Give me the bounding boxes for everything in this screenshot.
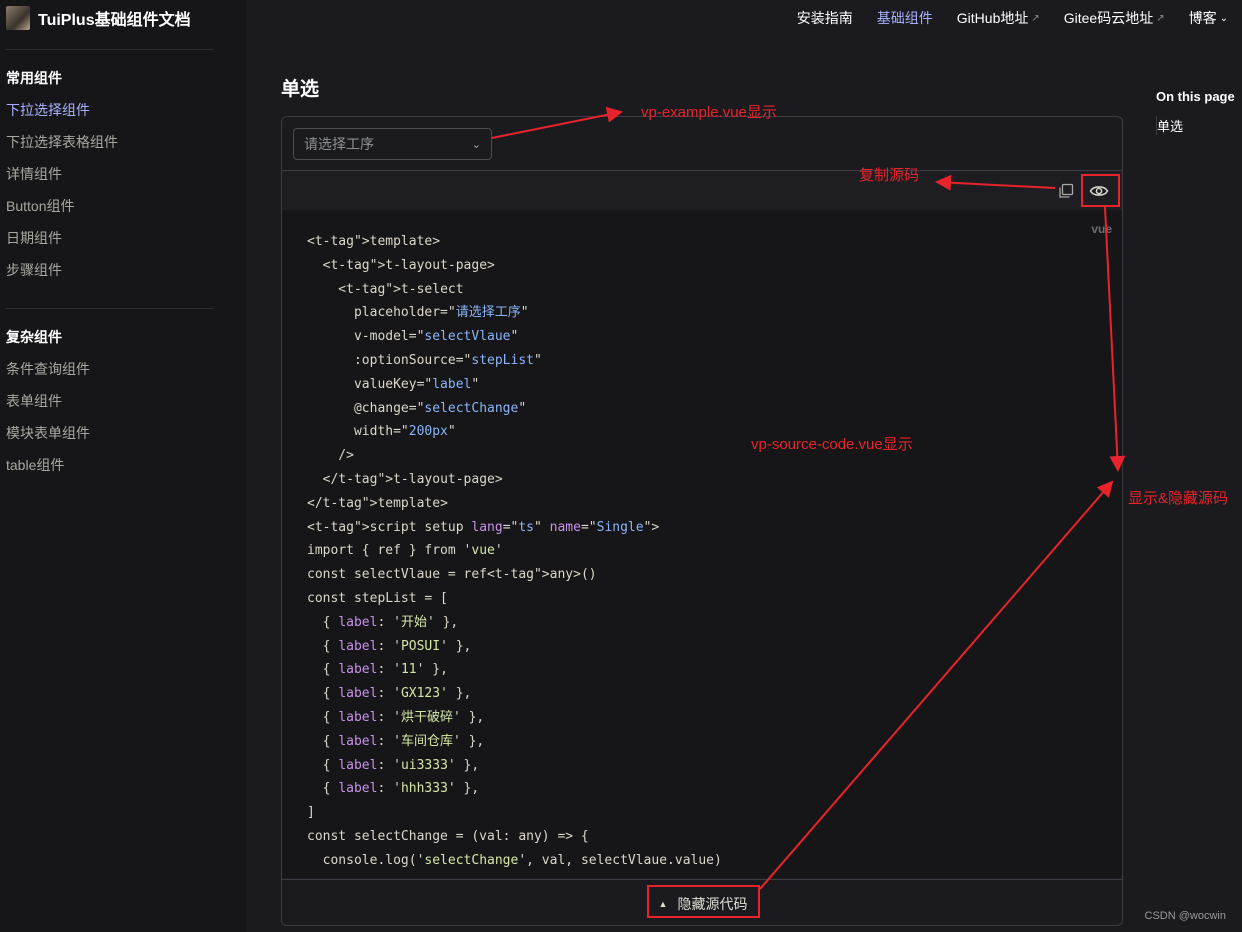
code-line: { label: 'GX123' }, (307, 686, 472, 702)
sidebar-item-date[interactable]: 日期组件 (6, 228, 62, 248)
sidebar-divider (6, 308, 214, 309)
annotation-copy: 复制源码 (859, 167, 920, 184)
outline-title: On this page (1156, 89, 1235, 104)
code-line: const selectChange = (val: any) => { (307, 828, 589, 844)
demo-block: 请选择工序 ⌄ vue <t-tag">template> <t-tag">t-… (281, 116, 1123, 926)
sidebar: TuiPlus基础组件文档 常用组件 下拉选择组件 下拉选择表格组件 详情组件 … (0, 0, 246, 932)
outline-item[interactable]: 单选 (1156, 116, 1183, 135)
code-line: const selectVlaue = ref<t-tag">any>() (307, 567, 597, 583)
code-line: <t-tag">template> (307, 234, 441, 249)
sidebar-item-module-form[interactable]: 模块表单组件 (6, 423, 90, 443)
code-line: { label: 'ui3333' }, (307, 757, 480, 773)
sidebar-item-steps[interactable]: 步骤组件 (6, 260, 62, 280)
external-link-icon: ↗ (1031, 12, 1040, 24)
code-line: const stepList = [ (307, 590, 448, 606)
nav-basic-components[interactable]: 基础组件 (877, 8, 933, 28)
chevron-down-icon: ⌄ (1219, 12, 1228, 24)
watermark: CSDN @wocwin (1144, 910, 1226, 922)
page-title: 单选 (281, 79, 320, 100)
code-line: placeholder="请选择工序" (307, 305, 529, 321)
nav-label: GitHub地址 (956, 10, 1029, 26)
code-line: valueKey="label" (307, 376, 480, 392)
sidebar-item-table[interactable]: table组件 (6, 455, 64, 475)
nav-install-guide[interactable]: 安装指南 (797, 8, 853, 28)
nav-label: 安装指南 (796, 10, 853, 26)
chevron-down-icon: ⌄ (471, 138, 481, 151)
sidebar-group-title: 复杂组件 (6, 329, 62, 345)
demo-toolbar (282, 170, 1122, 210)
sidebar-item-select-table[interactable]: 下拉选择表格组件 (6, 132, 118, 152)
copy-icon[interactable] (1058, 183, 1074, 199)
nav-blog[interactable]: 博客 ⌄ (1189, 8, 1228, 28)
sidebar-divider (6, 49, 214, 50)
code-line: console.log('selectChange', val, selectV… (307, 852, 722, 868)
sidebar-item-detail[interactable]: 详情组件 (6, 164, 62, 184)
external-link-icon: ↗ (1156, 12, 1165, 24)
code-lang-label: vue (1091, 222, 1112, 236)
code-line: { label: 'hhh333' }, (307, 781, 480, 797)
nav-label: 博客 (1188, 10, 1217, 26)
brand-title: TuiPlus基础组件文档 (38, 12, 191, 29)
code-line: <t-tag">script setup lang="ts" name="Sin… (307, 519, 660, 535)
code-line: @change="selectChange" (307, 400, 527, 416)
sidebar-item-button[interactable]: Button组件 (6, 196, 74, 216)
brand[interactable]: TuiPlus基础组件文档 (6, 6, 191, 30)
code-line: ] (307, 805, 315, 821)
annotation-highlight-box (647, 885, 760, 918)
code-line: v-model="selectVlaue" (307, 329, 519, 345)
sidebar-item-form[interactable]: 表单组件 (6, 391, 62, 411)
nav-label: 基础组件 (876, 10, 933, 26)
nav-github[interactable]: GitHub地址 ↗ (957, 8, 1040, 28)
annotation-source: vp-source-code.vue显示 (751, 436, 913, 453)
annotation-example: vp-example.vue显示 (641, 104, 777, 121)
nav-gitee[interactable]: Gitee码云地址 ↗ (1064, 8, 1165, 28)
code-line: { label: '开始' }, (307, 614, 459, 630)
code-line: { label: '车间仓库' }, (307, 733, 485, 749)
annotation-toggle: 显示&隐藏源码 (1128, 490, 1229, 507)
top-nav: 安装指南 基础组件 GitHub地址 ↗ Gitee码云地址 ↗ 博客 ⌄ (797, 0, 1228, 36)
code-line: { label: '11' }, (307, 662, 448, 678)
code-line: { label: 'POSUI' }, (307, 638, 472, 654)
code-line: width="200px" (307, 424, 456, 440)
code-line: <t-tag">t-select (307, 281, 464, 297)
sidebar-item-select[interactable]: 下拉选择组件 (6, 100, 90, 120)
step-select[interactable]: 请选择工序 ⌄ (293, 128, 492, 160)
select-placeholder: 请选择工序 (304, 136, 374, 152)
code-block: <t-tag">template> <t-tag">t-layout-page>… (307, 230, 722, 873)
sidebar-item-query[interactable]: 条件查询组件 (6, 359, 90, 379)
code-line: <t-tag">t-layout-page> (307, 257, 495, 273)
code-line: </t-tag">template> (307, 495, 448, 511)
code-line: :optionSource="stepList" (307, 352, 542, 368)
code-line: </t-tag">t-layout-page> (307, 471, 503, 487)
source-code: vue <t-tag">template> <t-tag">t-layout-p… (282, 210, 1122, 878)
nav-label: Gitee码云地址 (1063, 10, 1154, 26)
brand-logo (6, 6, 30, 30)
sidebar-group-title: 常用组件 (6, 70, 62, 86)
annotation-highlight-box (1081, 174, 1120, 207)
code-line: import { ref } from 'vue' (307, 543, 503, 559)
code-line: { label: '烘干破碎' }, (307, 709, 485, 725)
code-line: /> (307, 448, 354, 464)
